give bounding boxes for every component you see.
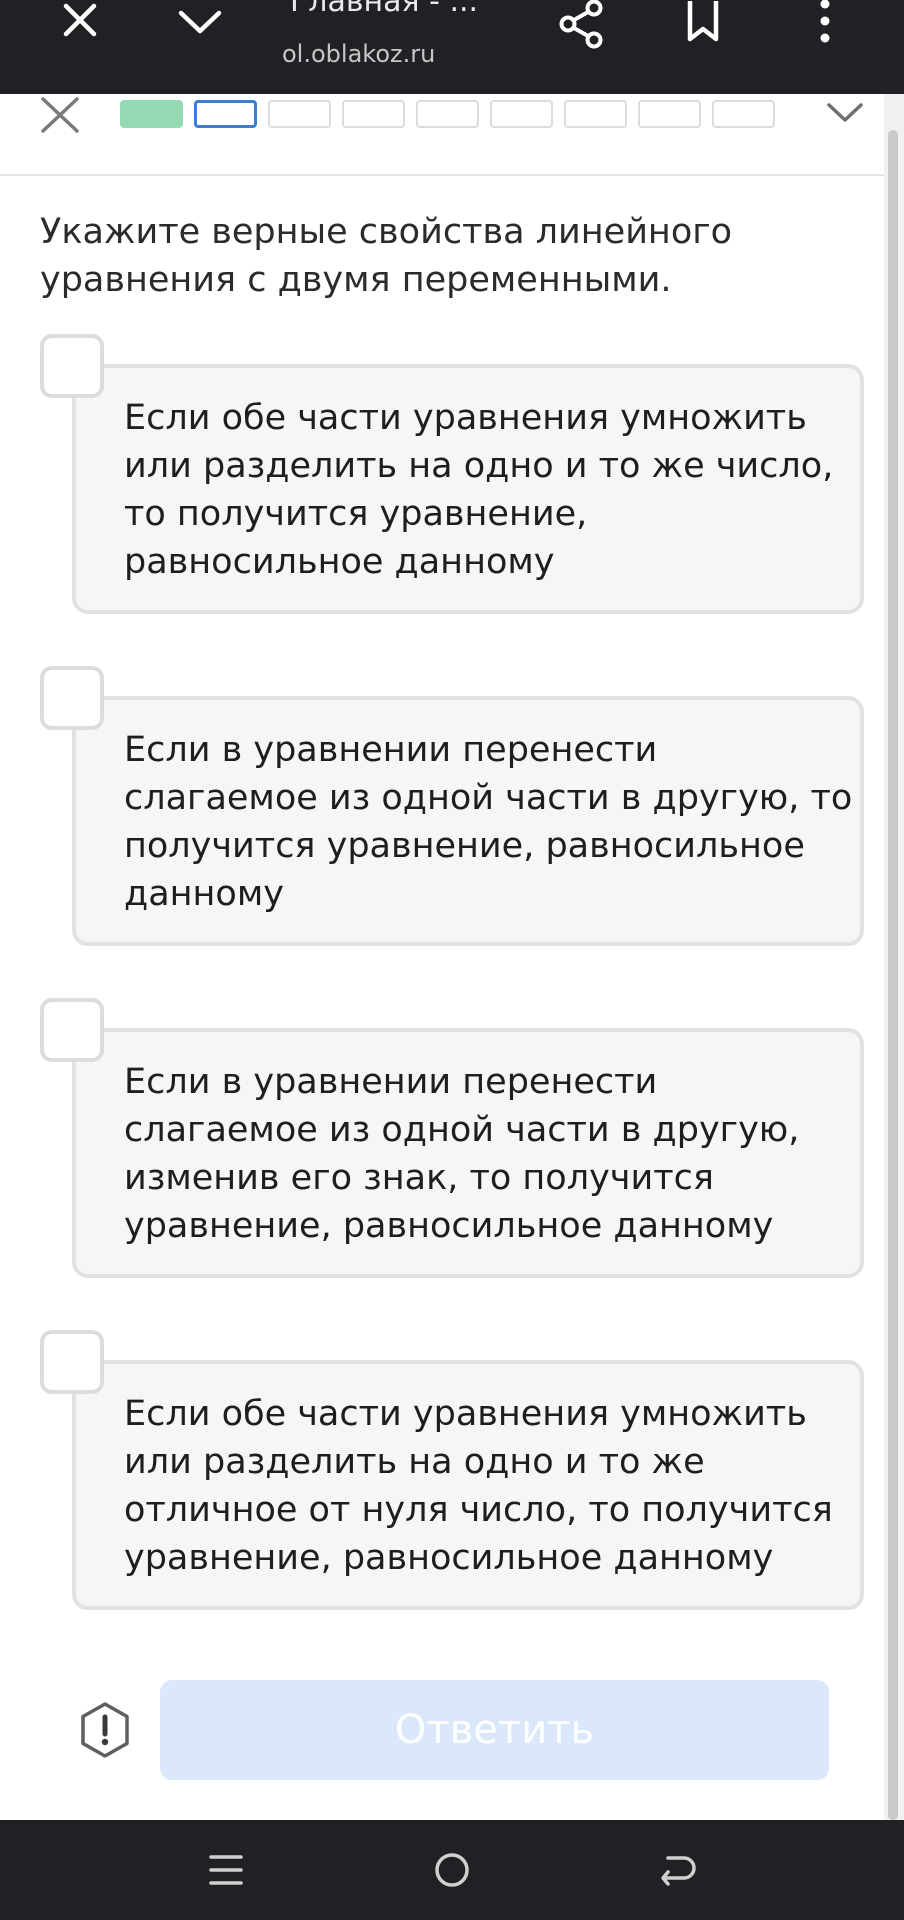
close-icon[interactable] [50, 0, 110, 44]
screen: Главная - ... ol.oblakoz.ru Укажите верн… [0, 0, 904, 1920]
exclamation-hexagon-icon[interactable] [76, 1701, 134, 1759]
option-checkbox[interactable] [40, 1330, 104, 1394]
menu-icon[interactable] [196, 1842, 256, 1898]
option-text: Если в уравнении перенести слагаемое из … [124, 730, 853, 914]
option-checkbox[interactable] [40, 666, 104, 730]
option-text: Если в уравнении перенести слагаемое из … [124, 1062, 800, 1246]
option-checkbox[interactable] [40, 998, 104, 1062]
progress-step[interactable] [638, 100, 701, 128]
more-vertical-icon[interactable] [800, 0, 850, 44]
option-text: Если обе части уравнения умножить или ра… [124, 1394, 833, 1578]
scrollbar-thumb[interactable] [888, 130, 898, 1820]
back-icon[interactable] [648, 1842, 708, 1898]
option-checkbox[interactable] [40, 334, 104, 398]
url-text[interactable]: ol.oblakoz.ru [282, 38, 520, 70]
page-title[interactable]: Главная - ... [290, 0, 520, 22]
progress-step[interactable] [564, 100, 627, 128]
progress-step[interactable] [342, 100, 405, 128]
answer-option[interactable]: Если обе части уравнения умножить или ра… [40, 1330, 864, 1610]
home-icon[interactable] [422, 1842, 482, 1898]
question-text: Укажите верные свойства линейного уравне… [40, 212, 733, 300]
answer-option[interactable]: Если обе части уравнения умножить или ра… [40, 334, 864, 614]
answer-button[interactable]: Ответить [160, 1680, 829, 1780]
close-test-icon[interactable] [36, 94, 84, 136]
progress-step[interactable] [268, 100, 331, 128]
progress-step[interactable] [712, 100, 775, 128]
progress-step[interactable] [490, 100, 553, 128]
progress-step[interactable] [120, 100, 183, 128]
chevron-down-icon[interactable] [820, 94, 870, 132]
share-icon[interactable] [552, 0, 612, 50]
browser-toolbar: Главная - ... ol.oblakoz.ru [0, 0, 904, 94]
progress-step[interactable] [416, 100, 479, 128]
bookmark-icon[interactable] [673, 0, 733, 44]
answer-option[interactable]: Если в уравнении перенести слагаемое из … [40, 998, 864, 1278]
option-text: Если обе части уравнения умножить или ра… [124, 398, 834, 582]
chevron-down-icon[interactable] [170, 0, 230, 44]
system-nav-bar [0, 1820, 904, 1920]
progress-step[interactable] [194, 100, 257, 128]
progress-header [0, 94, 884, 176]
answer-option[interactable]: Если в уравнении перенести слагаемое из … [40, 666, 864, 946]
